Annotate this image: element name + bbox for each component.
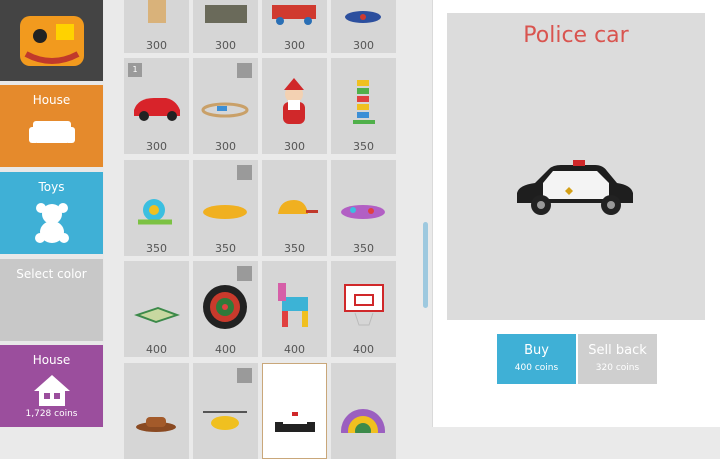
sidebar-item-select-color[interactable]: Select color (0, 259, 103, 341)
grid-item[interactable] (124, 363, 189, 459)
framed-picture-art (205, 5, 247, 23)
toy-game-art (345, 11, 381, 23)
grid-item[interactable]: 300 (262, 58, 327, 154)
grid-item[interactable]: 350 (124, 160, 189, 256)
buy-button[interactable]: Buy 400 coins (497, 334, 576, 384)
jenga-tower-art (148, 0, 166, 23)
purple-dartboard-art (341, 409, 385, 433)
toy-pile-colorful-art (341, 205, 385, 219)
grid-item[interactable]: 400 (193, 261, 258, 357)
coin-balance: 1,728 coins (25, 409, 78, 419)
buy-label: Buy (524, 343, 549, 358)
grid-item[interactable]: 300 (262, 0, 327, 53)
police-car-preview-art (517, 160, 633, 215)
toy-helmet-art (278, 200, 318, 214)
item-price: 400 (353, 343, 374, 356)
item-price: 400 (284, 343, 305, 356)
sidebar: House Toys Select color House 1,728 coin… (0, 0, 104, 427)
item-price: 300 (146, 39, 167, 52)
item-price: 350 (215, 242, 236, 255)
sidebar-item-toys[interactable]: Toys (0, 172, 103, 254)
item-price: 300 (353, 39, 374, 52)
grid-item[interactable]: 300 (331, 0, 396, 53)
grid-item[interactable]: 300 (193, 0, 258, 53)
toy-snail-art (138, 199, 172, 225)
toy-truck-art (272, 5, 316, 25)
sidebar-item-house[interactable]: House (0, 85, 103, 167)
item-price: 350 (284, 242, 305, 255)
grid-item[interactable]: 1 300 (124, 58, 189, 154)
item-price: 300 (215, 140, 236, 153)
toy-helicopter-art (203, 411, 247, 430)
dartboard-art (203, 285, 247, 329)
grid-item[interactable] (331, 363, 396, 459)
item-price: 350 (353, 242, 374, 255)
pinata-art (278, 283, 308, 327)
grid-item[interactable]: 300 (193, 58, 258, 154)
police-car-art (275, 412, 315, 432)
toy-train-track-art (201, 102, 249, 118)
cowboy-hat-art (136, 417, 176, 432)
sidebar-item-label: House (32, 93, 71, 107)
grid-item[interactable]: 350 (262, 160, 327, 256)
sell-back-button[interactable]: Sell back 320 coins (578, 334, 657, 384)
sofa-icon (28, 121, 75, 143)
item-detail-panel: Police car Buy 400 coins Sell back 320 c… (433, 0, 720, 427)
santa-figure-art (283, 78, 305, 124)
item-price: 300 (284, 140, 305, 153)
sidebar-item-label: Select color (16, 267, 87, 281)
item-price: 350 (353, 140, 374, 153)
item-preview: Police car (447, 13, 705, 320)
item-price: 300 (146, 140, 167, 153)
sidebar-item-label: House (32, 353, 71, 367)
sell-label: Sell back (588, 343, 647, 358)
grid-item-selected[interactable] (262, 363, 327, 459)
sidebar-item-house-coins[interactable]: House 1,728 coins (0, 345, 103, 427)
stacking-blocks-art (353, 80, 375, 124)
toy-pile-yellow-art (203, 205, 247, 219)
owned-count-badge: 1 (128, 63, 142, 77)
grid-item[interactable] (193, 363, 258, 459)
app-logo (0, 0, 103, 81)
grid-item[interactable]: 400 (262, 261, 327, 357)
sell-price: 320 coins (595, 363, 640, 373)
home-icon (33, 375, 70, 406)
item-price: 300 (215, 39, 236, 52)
grid-item[interactable]: 400 (331, 261, 396, 357)
grid-item[interactable]: 350 (331, 160, 396, 256)
red-sports-car-art (134, 98, 180, 121)
teddy-bear-icon (34, 203, 69, 243)
item-price: 400 (146, 343, 167, 356)
grid-item[interactable]: 350 (331, 58, 396, 154)
sidebar-item-label: Toys (38, 180, 65, 194)
item-title: Police car (523, 23, 629, 48)
grid-item[interactable]: 300 (124, 0, 189, 53)
basketball-hoop-art (344, 284, 384, 326)
item-grid: 300 300 300 300 1 300 300 300 350 350 35… (113, 0, 431, 459)
grid-item[interactable]: 400 (124, 261, 189, 357)
grid-scrollbar[interactable] (423, 222, 428, 308)
logo-art (19, 15, 84, 66)
board-game-art (134, 307, 180, 323)
item-price: 300 (284, 39, 305, 52)
grid-item[interactable]: 350 (193, 160, 258, 256)
item-price: 350 (146, 242, 167, 255)
buy-price: 400 coins (514, 363, 559, 373)
item-price: 400 (215, 343, 236, 356)
